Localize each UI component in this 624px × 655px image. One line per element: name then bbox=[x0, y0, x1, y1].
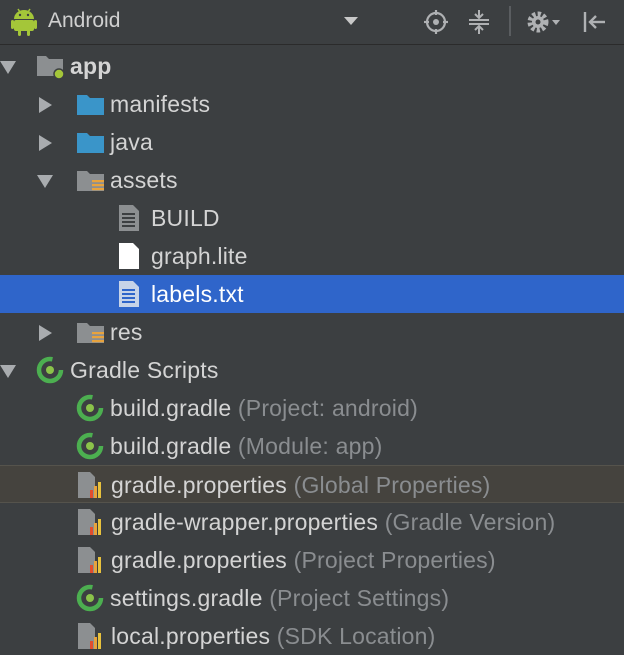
tree-item-label: app bbox=[70, 53, 112, 79]
locate-icon[interactable] bbox=[421, 7, 451, 37]
gradle-icon bbox=[36, 356, 64, 384]
folder-icon bbox=[76, 90, 104, 118]
tree-item-build[interactable]: BUILD bbox=[0, 199, 624, 237]
tree-item-res[interactable]: res bbox=[0, 313, 624, 351]
expand-arrow-icon[interactable] bbox=[37, 175, 53, 188]
tree-item-label: gradle.properties (Project Properties) bbox=[111, 547, 496, 573]
tree-item-label: graph.lite bbox=[151, 243, 248, 269]
tree-item-hint: (Gradle Version) bbox=[384, 509, 556, 535]
tree-item-label: gradle.properties (Global Properties) bbox=[111, 472, 491, 498]
collapse-all-icon[interactable] bbox=[464, 7, 494, 37]
tree-item-gradle-wrapper-properties[interactable]: gradle-wrapper.properties (Gradle Versio… bbox=[0, 503, 624, 541]
gradle-icon bbox=[76, 432, 104, 460]
tree-item-local-properties[interactable]: local.properties (SDK Location) bbox=[0, 617, 624, 655]
tree-item-label: Gradle Scripts bbox=[70, 357, 219, 383]
tree-item-graph-lite[interactable]: graph.lite bbox=[0, 237, 624, 275]
gradle-icon bbox=[76, 584, 104, 612]
gradle-icon bbox=[76, 394, 104, 422]
tree-item-app[interactable]: app bbox=[0, 47, 624, 85]
tree-item-assets[interactable]: assets bbox=[0, 161, 624, 199]
tree-item-label: build.gradle (Project: android) bbox=[110, 395, 418, 421]
tree-item-label: BUILD bbox=[151, 205, 220, 231]
settings-gear-icon[interactable] bbox=[524, 7, 564, 37]
tree-item-label: labels.txt bbox=[151, 281, 244, 307]
tree-item-label: settings.gradle (Project Settings) bbox=[110, 585, 450, 611]
tree-item-gradle-scripts[interactable]: Gradle Scripts bbox=[0, 351, 624, 389]
tree-item-gradle-properties-project[interactable]: gradle.properties (Project Properties) bbox=[0, 541, 624, 579]
properties-file-icon bbox=[77, 622, 105, 650]
tree-item-settings-gradle[interactable]: settings.gradle (Project Settings) bbox=[0, 579, 624, 617]
tree-item-build-gradle-module[interactable]: build.gradle (Module: app) bbox=[0, 427, 624, 465]
tree-item-label: res bbox=[110, 319, 143, 345]
tree-item-hint: (Project Properties) bbox=[293, 547, 496, 573]
expand-arrow-icon[interactable] bbox=[0, 61, 16, 74]
tree-item-hint: (Project: android) bbox=[237, 395, 418, 421]
tree-item-build-gradle-project[interactable]: build.gradle (Project: android) bbox=[0, 389, 624, 427]
project-toolbar: Android bbox=[0, 0, 624, 45]
tree-item-label: build.gradle (Module: app) bbox=[110, 433, 383, 459]
module-folder-icon bbox=[36, 52, 65, 80]
folder-icon bbox=[76, 128, 104, 156]
properties-file-icon bbox=[77, 546, 105, 574]
resource-folder-icon bbox=[76, 166, 104, 194]
properties-file-icon bbox=[77, 471, 105, 499]
text-file-icon bbox=[117, 204, 145, 232]
hide-panel-icon[interactable] bbox=[580, 7, 610, 37]
tree-item-label: local.properties (SDK Location) bbox=[111, 623, 436, 649]
tree-item-label: gradle-wrapper.properties (Gradle Versio… bbox=[111, 509, 556, 535]
tree-item-java[interactable]: java bbox=[0, 123, 624, 161]
expand-arrow-icon[interactable] bbox=[0, 365, 16, 378]
tree-item-gradle-properties-global[interactable]: gradle.properties (Global Properties) bbox=[0, 465, 624, 503]
tree-item-hint: (Project Settings) bbox=[269, 585, 450, 611]
text-file-icon bbox=[117, 280, 145, 308]
properties-file-icon bbox=[77, 508, 105, 536]
tree-item-label: java bbox=[110, 129, 153, 155]
toolbar-separator bbox=[509, 6, 511, 36]
project-view-selector[interactable]: Android bbox=[48, 9, 120, 33]
expand-arrow-icon[interactable] bbox=[39, 97, 52, 113]
tree-item-label: manifests bbox=[110, 91, 211, 117]
blank-file-icon bbox=[117, 242, 145, 270]
tree-item-hint: (Module: app) bbox=[237, 433, 383, 459]
tree-item-hint: (Global Properties) bbox=[293, 472, 491, 498]
tree-item-manifests[interactable]: manifests bbox=[0, 85, 624, 123]
dropdown-arrow-icon[interactable] bbox=[344, 17, 358, 25]
tree-item-labels-txt[interactable]: labels.txt bbox=[0, 275, 624, 313]
expand-arrow-icon[interactable] bbox=[39, 325, 52, 341]
tree-item-label: assets bbox=[110, 167, 178, 193]
resource-folder-icon bbox=[76, 318, 104, 346]
android-icon bbox=[11, 8, 37, 41]
expand-arrow-icon[interactable] bbox=[39, 135, 52, 151]
tree-item-hint: (SDK Location) bbox=[276, 623, 436, 649]
